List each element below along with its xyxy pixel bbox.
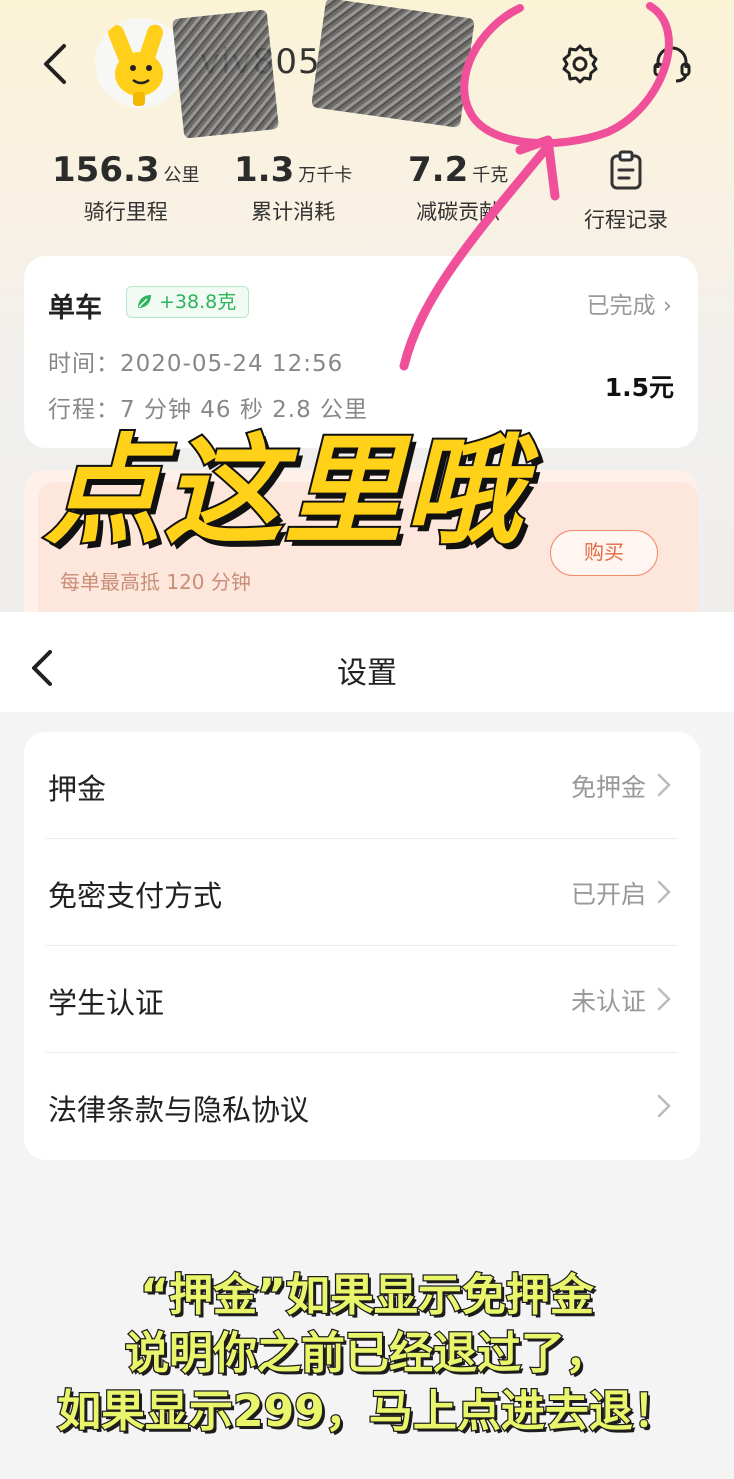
stat-carbon: 7.2 千克 减碳贡献	[408, 150, 508, 226]
caption-line-1: “押金”如果显示免押金	[139, 1269, 595, 1323]
row-label: 免密支付方式	[48, 879, 223, 913]
mascot-icon	[108, 24, 164, 106]
promo-text: 每单最高抵 120 分钟	[60, 570, 251, 594]
back-arrow-icon[interactable]	[36, 40, 76, 88]
settings-row-password-free-payment[interactable]: 免密支付方式 已开启	[24, 839, 700, 946]
caption-line-2: 说明你之前已经退过了，	[124, 1327, 611, 1381]
stat-label: 减碳贡献	[416, 200, 501, 224]
tap-here-annotation: 点这里哦	[42, 420, 525, 562]
settings-screen: 设置 押金 免押金 免密支付方式 已开启 学生认证 未认证 法律条款与隐私协议 …	[0, 612, 734, 1479]
trip-time: 时间：2020-05-24 12:56	[48, 351, 344, 377]
stat-label: 累计消耗	[251, 200, 336, 224]
stat-unit: 公里	[163, 165, 200, 186]
buy-button[interactable]: 购买	[550, 530, 658, 576]
caption-overlay: “押金”如果显示免押金 说明你之前已经退过了， 如果显示299，马上点进去退！	[0, 1267, 734, 1441]
leaf-icon	[138, 295, 151, 308]
carbon-badge: +38.8克	[126, 286, 250, 318]
row-label: 法律条款与隐私协议	[48, 1093, 310, 1127]
carbon-value: +38.8克	[159, 291, 237, 313]
trip-records-label: 行程记录	[584, 208, 668, 232]
caption-line-3: 如果显示299，马上点进去退！	[56, 1385, 678, 1439]
settings-row-deposit[interactable]: 押金 免押金	[24, 732, 700, 839]
stat-value: 7.2	[408, 150, 469, 190]
chevron-right-icon	[657, 773, 671, 797]
settings-list: 押金 免押金 免密支付方式 已开启 学生认证 未认证 法律条款与隐私协议	[24, 732, 700, 1160]
nav-bar: 设置	[0, 612, 734, 712]
row-value: 免押金	[570, 773, 646, 802]
page-title: 设置	[337, 656, 397, 691]
trip-records-button[interactable]: 行程记录	[578, 150, 674, 234]
chevron-right-icon	[657, 1094, 671, 1118]
stat-calories: 1.3 万千卡 累计消耗	[234, 150, 352, 226]
settings-gear-icon[interactable]	[558, 42, 602, 86]
settings-row-legal-privacy[interactable]: 法律条款与隐私协议	[24, 1053, 700, 1160]
stat-mileage: 156.3 公里 骑行里程	[52, 150, 200, 226]
customer-service-icon[interactable]	[650, 42, 694, 86]
trip-status[interactable]: 已完成 ›	[586, 286, 672, 320]
avatar[interactable]	[95, 18, 185, 108]
row-label: 押金	[48, 772, 107, 806]
privacy-scribble	[171, 9, 280, 139]
stat-value: 156.3	[52, 150, 160, 190]
chevron-right-icon: ›	[662, 293, 672, 319]
stat-unit: 千克	[472, 165, 509, 186]
stat-value: 1.3	[234, 150, 295, 190]
clipboard-icon	[610, 150, 642, 190]
trip-price: 1.5元	[604, 373, 674, 402]
stat-unit: 万千卡	[298, 165, 353, 186]
trip-type: 单车	[48, 293, 102, 324]
chevron-right-icon	[657, 880, 671, 904]
profile-screen: viv805 156.3公里 骑行里程 1.3万千卡 累计消耗 7.2千克 减碳…	[0, 0, 734, 612]
stat-label: 骑行里程	[83, 200, 168, 224]
trip-status-label: 已完成	[586, 293, 656, 319]
chevron-right-icon	[657, 987, 671, 1011]
privacy-scribble	[311, 0, 475, 128]
row-value: 已开启	[570, 880, 646, 909]
row-label: 学生认证	[48, 986, 165, 1020]
settings-row-student-verification[interactable]: 学生认证 未认证	[24, 946, 700, 1053]
row-value: 未认证	[570, 987, 646, 1016]
